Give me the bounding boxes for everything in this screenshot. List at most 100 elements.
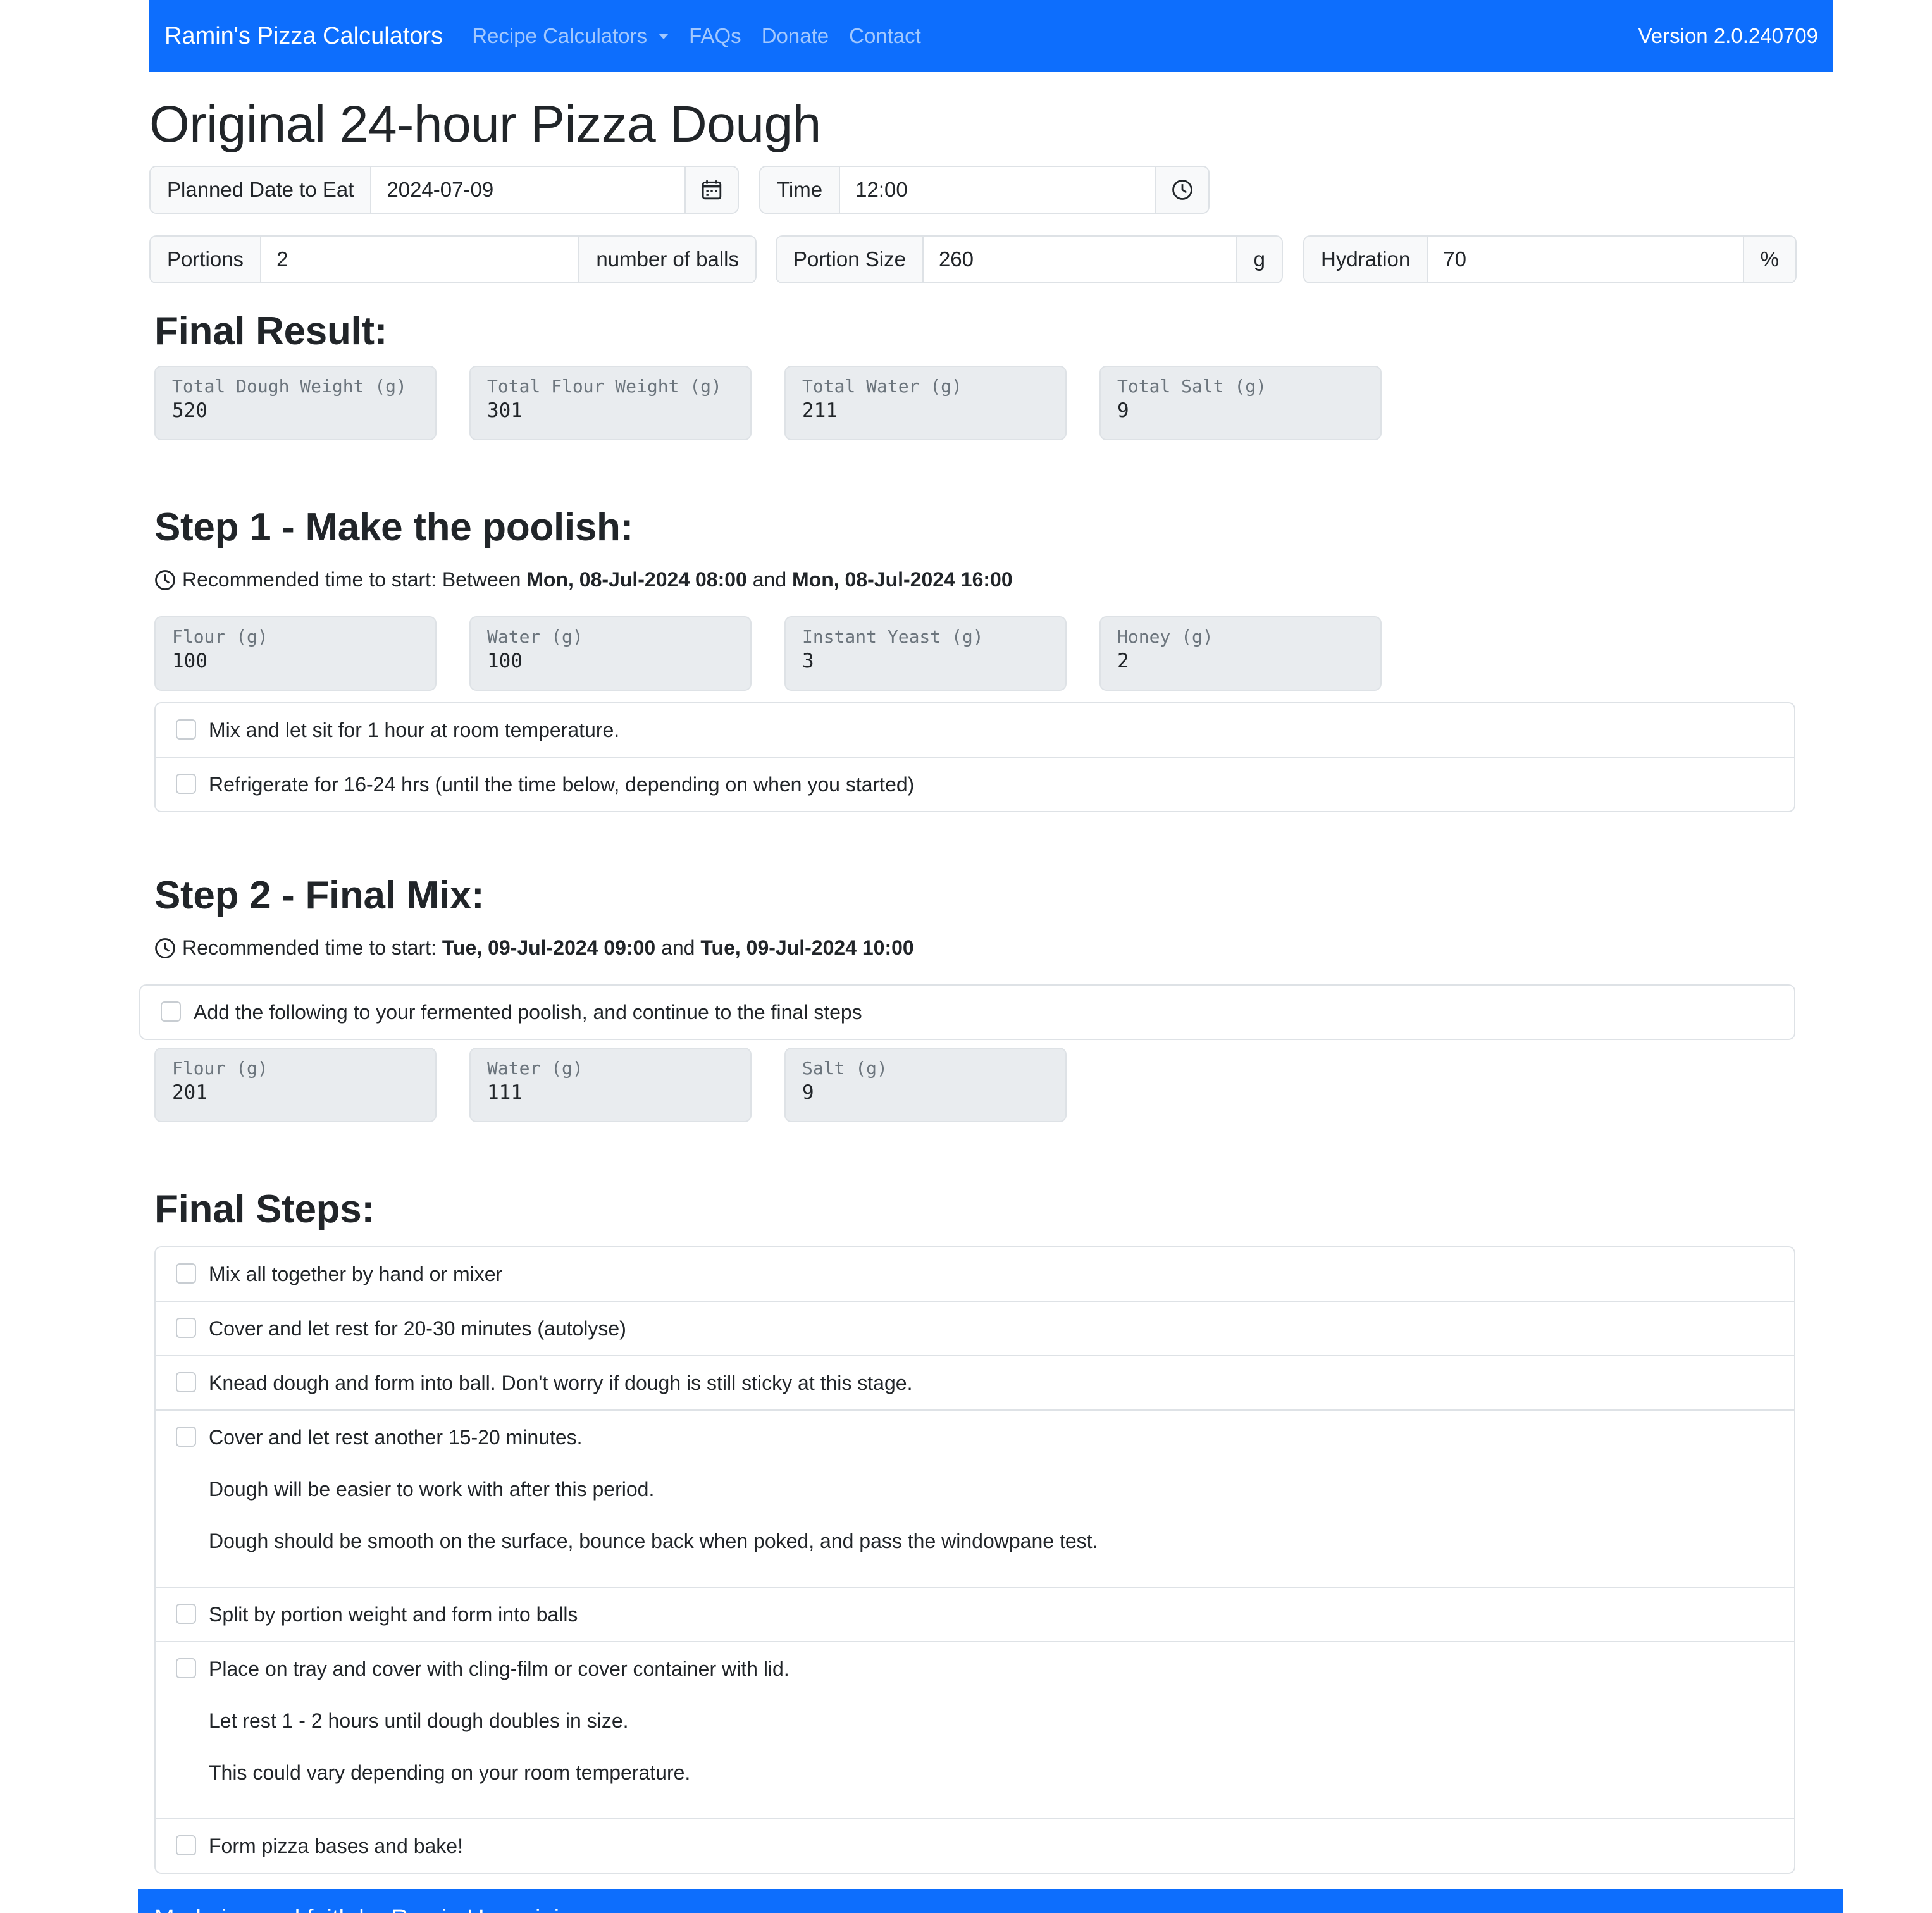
portion-size-input[interactable]: 260 [923,237,1236,282]
step-checkbox[interactable] [176,1604,196,1624]
portions-group: Portions 2 number of balls [149,235,757,283]
rec-end-time: Tue, 09-Jul-2024 10:00 [700,936,914,959]
final-mix-salt-box: Salt (g) 9 [784,1048,1067,1122]
poolish-yeast-box: Instant Yeast (g) 3 [784,616,1067,691]
clock-button[interactable] [1155,167,1208,213]
nav-donate-link[interactable]: Donate [762,24,829,48]
hydration-group: Hydration 70 % [1303,235,1797,283]
list-item: Cover and let rest another 15-20 minutes… [156,1411,1794,1588]
step-text: Form pizza bases and bake! [209,1835,463,1857]
result-label: Total Salt (g) [1117,376,1267,397]
total-dough-weight-box: Total Dough Weight (g) 520 [154,366,437,440]
step2-heading: Step 2 - Final Mix: [154,874,485,917]
list-item: Place on tray and cover with cling-film … [156,1642,1794,1819]
time-input[interactable]: 12:00 [840,167,1155,213]
clock-icon [1172,180,1192,200]
rec-start-time: Tue, 09-Jul-2024 09:00 [442,936,656,959]
hydration-label: Hydration [1304,237,1428,282]
step-text: Mix and let sit for 1 hour at room tempe… [209,719,620,741]
step-checkbox[interactable] [176,774,196,794]
result-value: 301 [487,399,523,422]
step-text: Knead dough and form into ball. Don't wo… [209,1371,913,1394]
portions-input[interactable]: 2 [261,237,579,282]
final-result-heading: Final Result: [154,309,388,353]
step-checkbox[interactable] [176,1318,196,1338]
planned-date-group: Planned Date to Eat 2024-07-09 [149,166,739,214]
result-label: Instant Yeast (g) [802,626,984,647]
footer: Made in good faith by Ramin Hossaini [138,1889,1843,1913]
chevron-down-icon [659,33,669,39]
result-label: Total Dough Weight (g) [172,376,407,397]
step-note: This could vary depending on your room t… [209,1761,691,1784]
brand-link[interactable]: Ramin's Pizza Calculators [164,23,443,50]
step-note: Let rest 1 - 2 hours until dough doubles… [209,1709,629,1732]
result-value: 9 [802,1081,814,1104]
time-group: Time 12:00 [759,166,1210,214]
step2-checklist: Add the following to your fermented pool… [139,984,1795,1040]
step-text: Cover and let rest another 15-20 minutes… [209,1426,583,1449]
step-checkbox[interactable] [176,719,196,740]
total-water-box: Total Water (g) 211 [784,366,1067,440]
list-item: Split by portion weight and form into ba… [156,1588,1794,1642]
poolish-flour-box: Flour (g) 100 [154,616,437,691]
step2-recommended-time: Recommended time to start: Tue, 09-Jul-2… [154,936,914,960]
hydration-input[interactable]: 70 [1428,237,1743,282]
result-value: 111 [487,1081,523,1104]
list-item: Knead dough and form into ball. Don't wo… [156,1356,1794,1411]
footer-text: Made in good faith by Ramin Hossaini [154,1905,559,1913]
step1-checklist: Mix and let sit for 1 hour at room tempe… [154,702,1795,812]
portion-size-label: Portion Size [777,237,924,282]
portions-label: Portions [151,237,262,282]
rec-and: and [752,568,787,591]
step-checkbox[interactable] [176,1835,196,1855]
rec-start-time: Mon, 08-Jul-2024 08:00 [526,568,747,591]
result-label: Total Flour Weight (g) [487,376,722,397]
list-item: Cover and let rest for 20-30 minutes (au… [156,1302,1794,1356]
result-value: 100 [487,650,523,672]
final-steps-heading: Final Steps: [154,1187,375,1231]
result-label: Total Water (g) [802,376,962,397]
step-text: Split by portion weight and form into ba… [209,1603,578,1626]
result-value: 9 [1117,399,1129,422]
step-text: Refrigerate for 16-24 hrs (until the tim… [209,773,915,796]
list-item: Mix and let sit for 1 hour at room tempe… [156,703,1794,758]
step-checkbox[interactable] [176,1658,196,1678]
result-value: 201 [172,1081,207,1104]
nav-recipe-calculators-dropdown[interactable]: Recipe Calculators [472,24,669,48]
rec-prefix: Recommended time to start: [182,936,437,959]
step-text: Cover and let rest for 20-30 minutes (au… [209,1317,626,1340]
step-checkbox[interactable] [176,1263,196,1284]
step-checkbox[interactable] [176,1427,196,1447]
result-value: 2 [1117,650,1129,672]
top-navbar: Ramin's Pizza Calculators Recipe Calcula… [149,0,1833,72]
planned-date-label: Planned Date to Eat [151,167,372,213]
list-item: Form pizza bases and bake! [156,1819,1794,1873]
step-note: Dough should be smooth on the surface, b… [209,1530,1098,1552]
total-salt-box: Total Salt (g) 9 [1099,366,1382,440]
result-label: Water (g) [487,626,583,647]
step-checkbox[interactable] [176,1372,196,1392]
nav-contact-link[interactable]: Contact [849,24,921,48]
list-item: Refrigerate for 16-24 hrs (until the tim… [156,758,1794,811]
list-item: Add the following to your fermented pool… [140,986,1794,1039]
result-value: 3 [802,650,814,672]
portions-unit: number of balls [578,237,755,282]
step-text: Add the following to your fermented pool… [194,1001,862,1024]
portion-size-unit: g [1235,237,1282,282]
step1-recommended-time: Recommended time to start: Between Mon, … [154,568,1013,591]
nav-recipe-calculators-label: Recipe Calculators [472,24,648,47]
calendar-button[interactable] [684,167,738,213]
hydration-unit: % [1742,237,1795,282]
result-value: 520 [172,399,207,422]
result-label: Flour (g) [172,626,268,647]
poolish-honey-box: Honey (g) 2 [1099,616,1382,691]
list-item: Mix all together by hand or mixer [156,1247,1794,1302]
total-flour-weight-box: Total Flour Weight (g) 301 [469,366,752,440]
final-mix-flour-box: Flour (g) 201 [154,1048,437,1122]
clock-icon [155,569,175,590]
poolish-water-box: Water (g) 100 [469,616,752,691]
planned-date-input[interactable]: 2024-07-09 [371,167,684,213]
nav-faqs-link[interactable]: FAQs [689,24,741,48]
step-checkbox[interactable] [161,1001,181,1022]
step-text: Mix all together by hand or mixer [209,1263,503,1285]
